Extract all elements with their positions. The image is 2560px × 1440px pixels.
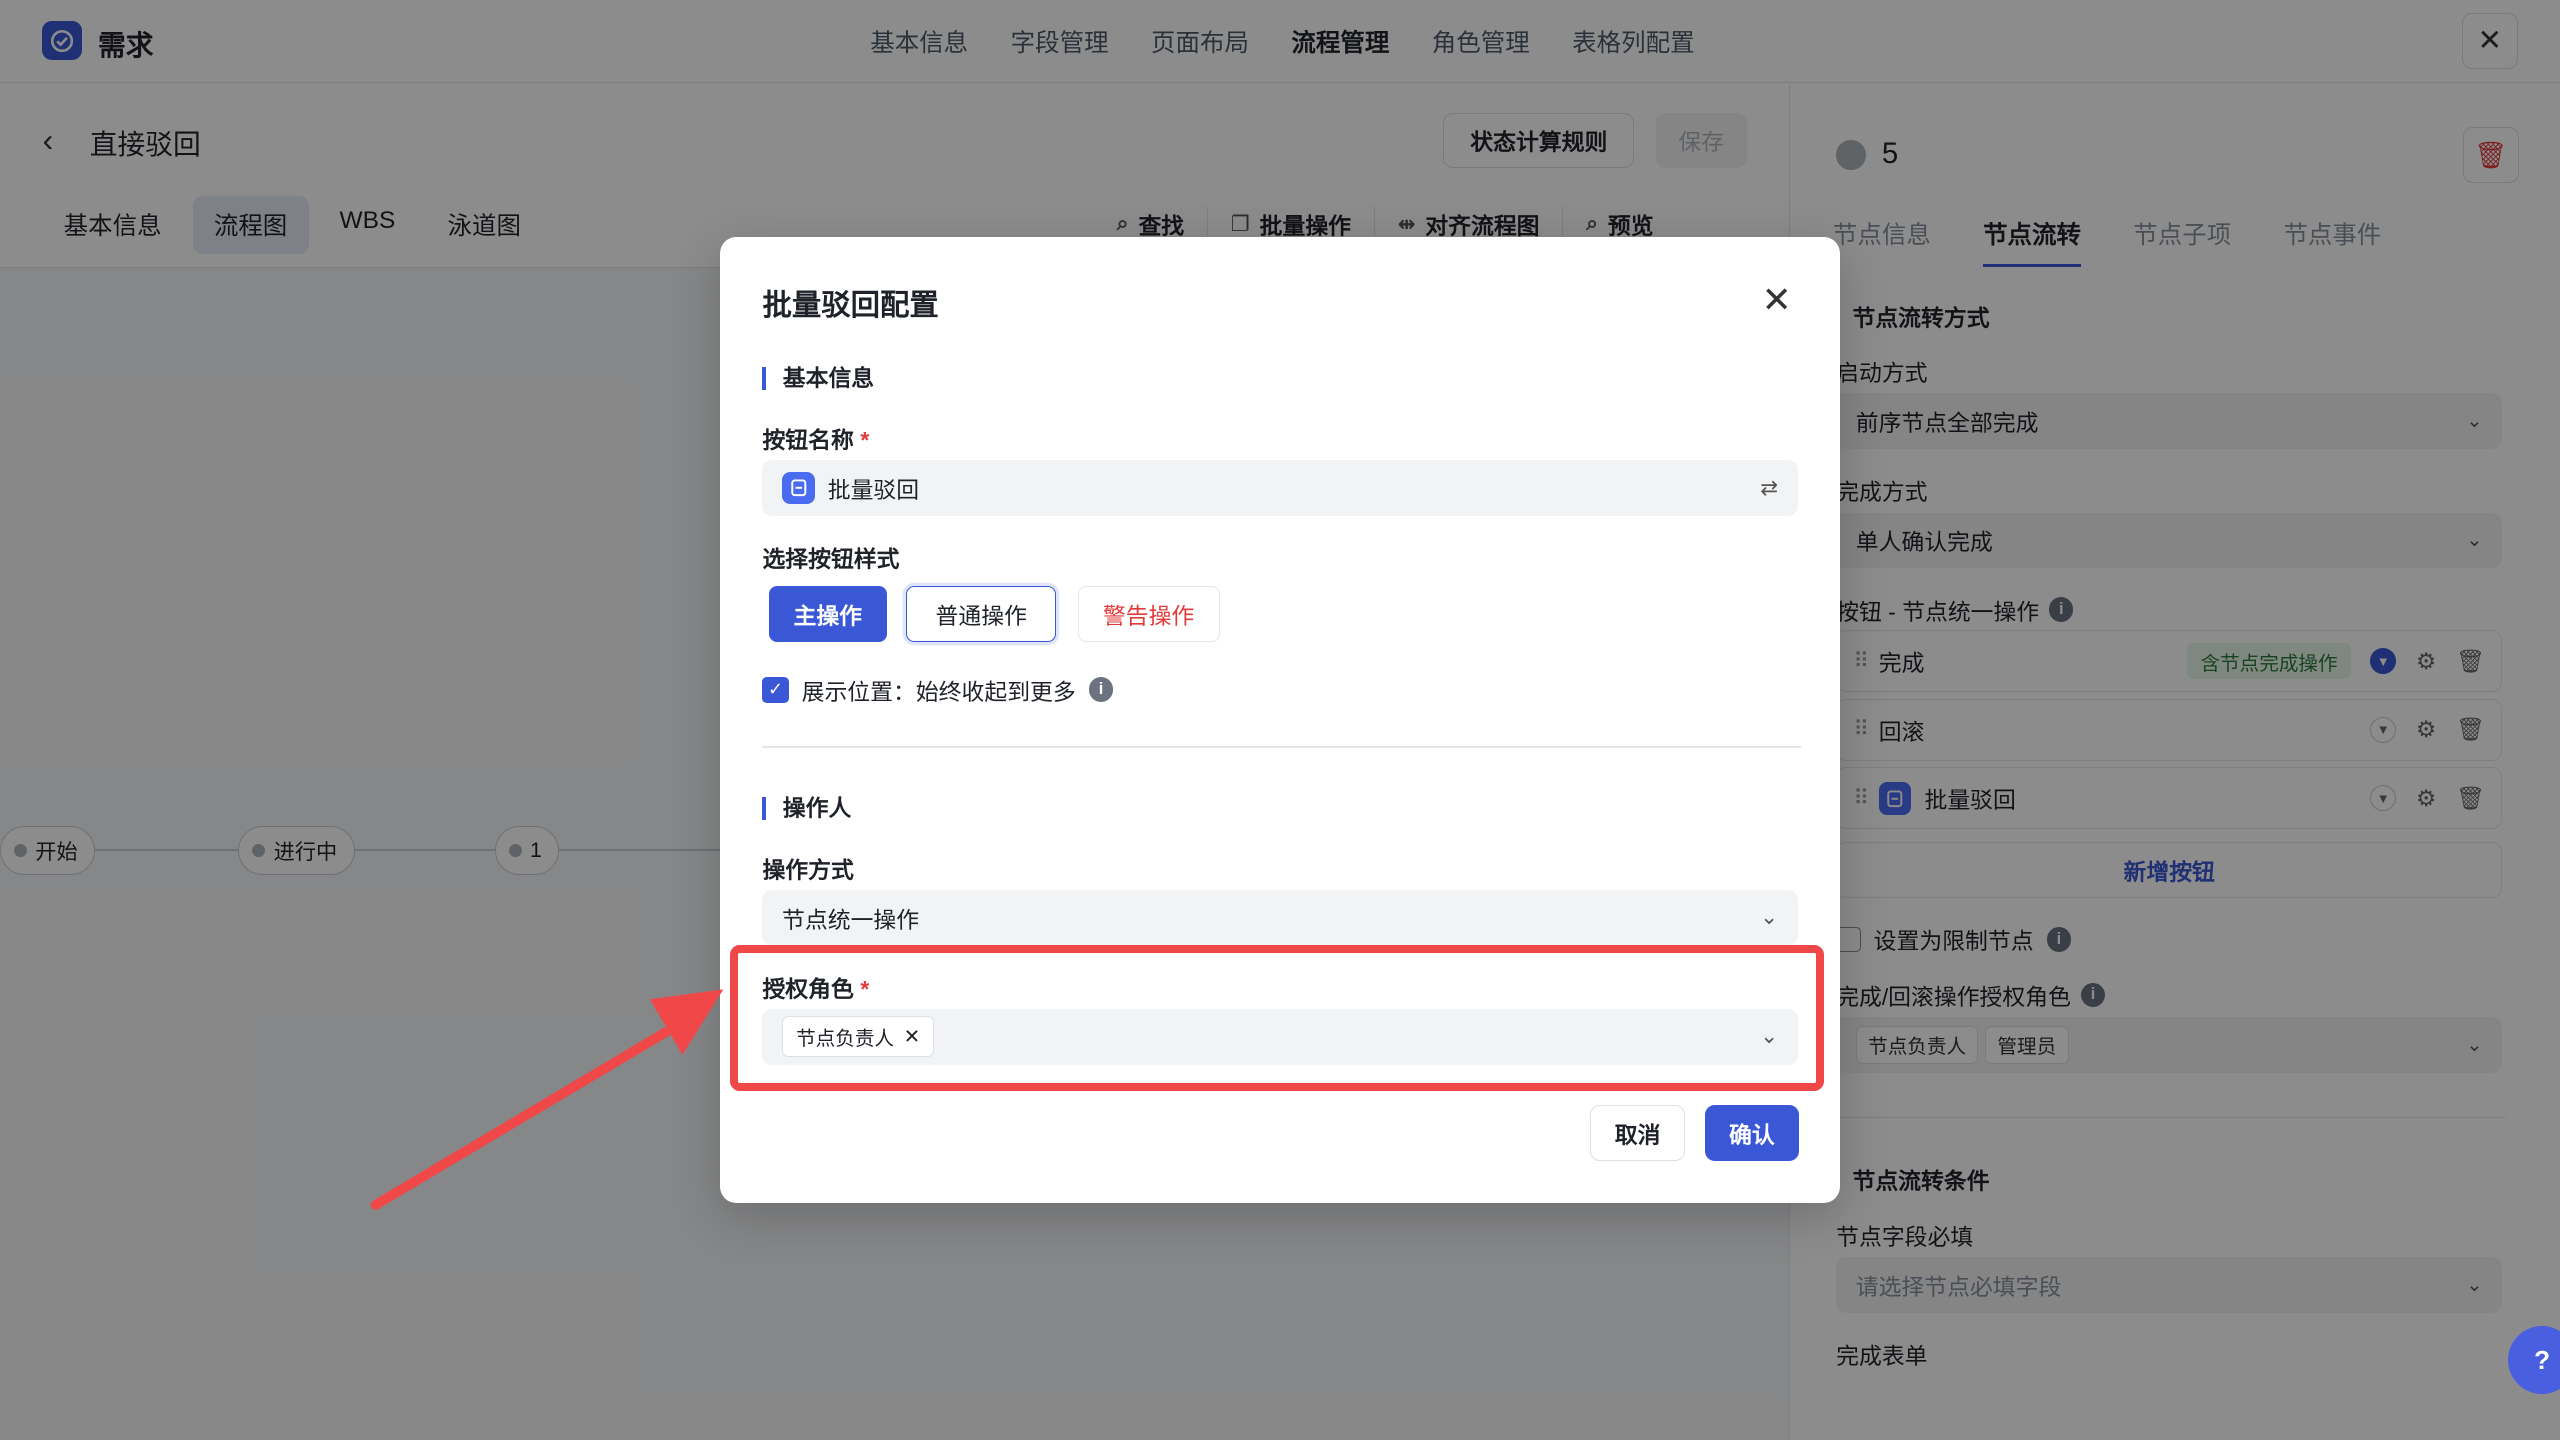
cancel-button[interactable]: 取消	[1590, 1105, 1685, 1161]
chevron-down-icon: ⌄	[1760, 906, 1778, 930]
style-normal-button[interactable]: 普通操作	[906, 586, 1057, 642]
highlight-box	[729, 945, 1824, 1091]
button-name-label: 按钮名称 *	[762, 421, 869, 455]
dialog-title: 批量驳回配置	[762, 289, 939, 323]
divider	[762, 746, 1801, 748]
button-name-value: 批量驳回	[827, 477, 920, 504]
button-name-label-text: 按钮名称	[762, 427, 854, 454]
style-warning-button[interactable]: 警告操作	[1077, 586, 1220, 642]
close-icon[interactable]: ✕	[1762, 279, 1792, 321]
translate-icon[interactable]: ⇄	[1760, 476, 1778, 501]
style-label: 选择按钮样式	[762, 546, 900, 573]
info-icon[interactable]: i	[1088, 677, 1114, 702]
show-position-label: 展示位置：始终收起到更多	[801, 678, 1076, 705]
op-mode-label: 操作方式	[762, 856, 854, 883]
style-primary-button[interactable]: 主操作	[768, 586, 887, 642]
batch-reject-icon[interactable]	[782, 471, 815, 505]
button-name-input[interactable]: 批量驳回 ⇄	[762, 460, 1798, 516]
section-operator-title: 操作人	[762, 796, 851, 820]
op-mode-value: 节点统一操作	[782, 906, 920, 933]
required-mark: *	[860, 427, 870, 454]
op-mode-select[interactable]: 节点统一操作 ⌄	[762, 889, 1798, 946]
show-position-row: ✓ 展示位置：始终收起到更多 i	[762, 673, 1114, 707]
confirm-button[interactable]: 确认	[1704, 1105, 1800, 1161]
show-position-checkbox[interactable]: ✓	[762, 676, 789, 703]
section-basic-title: 基本信息	[762, 367, 874, 391]
